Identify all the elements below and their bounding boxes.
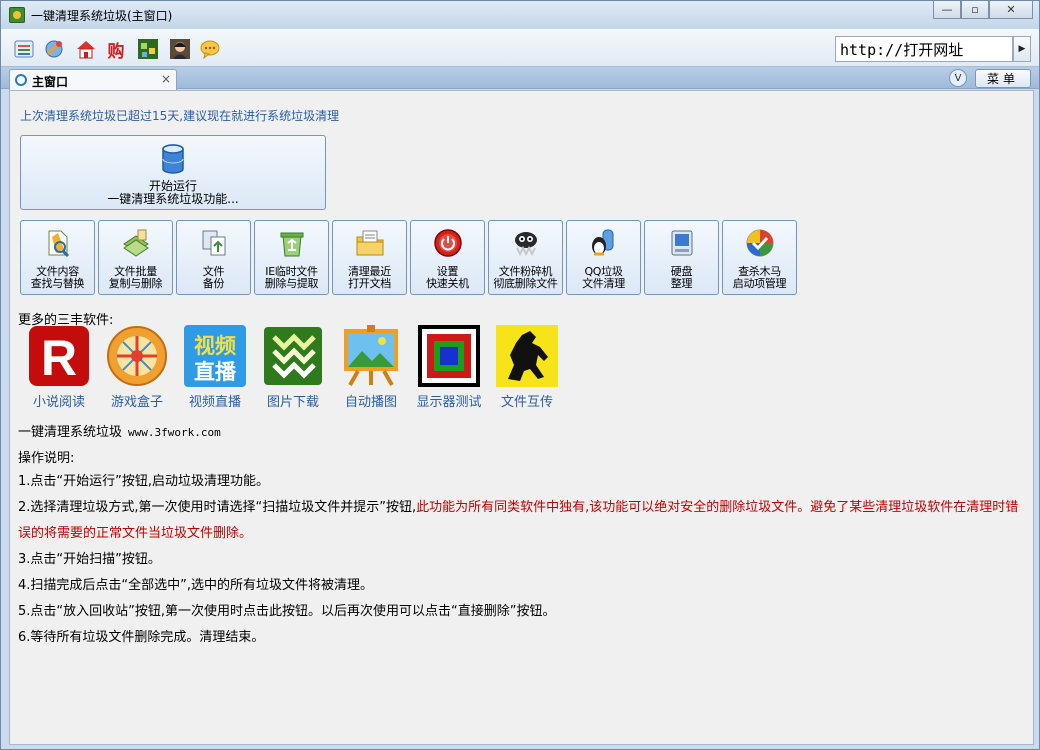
app-logo-icon <box>9 7 25 23</box>
brand-url[interactable]: www.3fwork.com <box>128 426 221 439</box>
tool-qq-junk[interactable]: QQ垃圾 文件清理 <box>566 220 641 295</box>
app-image-download[interactable]: 图片下载 <box>254 325 332 410</box>
instruction-step-3: 3.点击“开始扫描”按钮。 <box>18 552 161 567</box>
tool-sublabel: 删除与提取 <box>264 277 319 290</box>
main-window: 一键清理系统垃圾(主窗口) — ▫ ✕ 购 ▶ <box>0 0 1040 750</box>
database-icon <box>162 144 184 174</box>
tool-quick-shutdown[interactable]: 设置 快速关机 <box>410 220 485 295</box>
tab-main[interactable]: 主窗口 × <box>9 69 177 90</box>
start-run-label: 开始运行 <box>148 179 197 193</box>
toolbar: 购 ▶ <box>1 29 1039 67</box>
video-live-icon: 视频 直播 <box>184 325 246 387</box>
disk-icon <box>667 228 697 258</box>
tab-close-icon[interactable]: × <box>161 72 171 86</box>
app-name: 小说阅读 <box>32 395 85 410</box>
tool-sublabel: 备份 <box>202 277 225 290</box>
tool-sublabel: 快速关机 <box>426 277 469 290</box>
shield-icon <box>745 228 775 258</box>
instruction-step-6: 6.等待所有垃圾文件删除完成。清理结束。 <box>18 630 265 645</box>
app-file-transfer[interactable]: 文件互传 <box>488 325 566 410</box>
instructions-title: 操作说明: <box>18 451 75 466</box>
app-name: 图片下载 <box>266 395 319 410</box>
main-content: 上次清理系统垃圾已超过15天,建议现在就进行系统垃圾清理 开始运行 一键清理系统… <box>9 90 1034 745</box>
file-search-icon <box>43 228 73 258</box>
app-name: 视频直播 <box>188 395 241 410</box>
home-icon[interactable] <box>75 38 97 60</box>
app-name: 自动播图 <box>344 395 397 410</box>
shredder-icon <box>511 228 541 258</box>
reader-logo-letter: R <box>41 330 77 386</box>
qq-icon <box>589 228 619 258</box>
instruction-step-4: 4.扫描完成后点击“全部选中”,选中的所有垃圾文件将被清理。 <box>18 578 374 593</box>
shop-icon[interactable]: 购 <box>105 38 127 62</box>
reader-icon: R <box>29 326 89 386</box>
instruction-step-2: 2.选择清理垃圾方式,第一次使用时请选择“扫描垃圾文件并提示”按钮,此功能为所有… <box>18 495 1028 547</box>
instruction-step-5: 5.点击“放入回收站”按钮,第一次使用时点击此按钮。以后再次使用可以点击“直接删… <box>18 604 556 619</box>
slideshow-icon <box>344 325 398 386</box>
app-game-box[interactable]: 游戏盒子 <box>98 325 176 410</box>
app-monitor-test[interactable]: 显示器测试 <box>410 325 488 410</box>
satellite-icon[interactable] <box>43 38 65 60</box>
monitor-test-icon <box>418 325 480 387</box>
app-auto-slideshow[interactable]: 自动播图 <box>332 325 410 410</box>
tool-sublabel: 打开文档 <box>348 277 391 290</box>
ie-icon <box>15 74 27 86</box>
app-novel-reader[interactable]: R 小说阅读 <box>20 325 98 410</box>
image-download-icon <box>264 327 322 385</box>
game-box-icon <box>107 326 167 386</box>
app-video-live[interactable]: 视频 直播 视频直播 <box>176 325 254 410</box>
game-icon[interactable] <box>137 38 159 60</box>
tool-file-batch-copy-delete[interactable]: 文件批量 复制与删除 <box>98 220 173 295</box>
app-name: 显示器测试 <box>416 395 482 410</box>
video-logo-line1: 视频 <box>194 334 236 358</box>
app-name: 文件互传 <box>500 395 553 410</box>
cleanup-notice: 上次清理系统垃圾已超过15天,建议现在就进行系统垃圾清理 <box>20 109 340 123</box>
chat-icon[interactable] <box>199 38 221 60</box>
video-logo-line2: 直播 <box>194 360 237 384</box>
title-bar[interactable]: 一键清理系统垃圾(主窗口) — ▫ ✕ <box>1 1 1039 29</box>
tool-clear-recent-docs[interactable]: 清理最近 打开文档 <box>332 220 407 295</box>
minimize-button[interactable]: — <box>933 1 961 19</box>
file-backup-icon <box>199 228 229 258</box>
menu-button[interactable]: 菜单 <box>975 69 1031 88</box>
go-button[interactable]: ▶ <box>1013 36 1031 62</box>
close-button[interactable]: ✕ <box>989 1 1033 19</box>
app-name: 游戏盒子 <box>110 395 163 410</box>
tool-sublabel: 查找与替换 <box>30 277 85 290</box>
tool-sublabel: 文件清理 <box>582 277 625 290</box>
start-run-button[interactable]: 开始运行 一键清理系统垃圾功能... <box>20 135 326 210</box>
restore-button[interactable]: ▫ <box>961 1 989 19</box>
tool-ie-temp-files[interactable]: IE临时文件 删除与提取 <box>254 220 329 295</box>
settings-icon[interactable] <box>13 38 35 60</box>
instruction-step-1: 1.点击“开始运行”按钮,启动垃圾清理功能。 <box>18 474 270 489</box>
file-batch-icon <box>121 228 151 258</box>
tab-main-label: 主窗口 <box>32 75 69 89</box>
brand-name: 一键清理系统垃圾 <box>18 425 123 440</box>
tool-sublabel: 启动项管理 <box>732 277 787 290</box>
avatar-icon[interactable] <box>169 38 191 60</box>
folder-icon <box>355 228 385 258</box>
tool-file-backup[interactable]: 文件 备份 <box>176 220 251 295</box>
tab-list-dropdown[interactable]: V <box>949 69 967 87</box>
window-title: 一键清理系统垃圾(主窗口) <box>31 9 173 23</box>
tool-disk-defrag[interactable]: 硬盘 整理 <box>644 220 719 295</box>
url-input[interactable] <box>835 36 1013 62</box>
brand-line: 一键清理系统垃圾 www.3fwork.com <box>18 421 221 440</box>
start-run-sublabel: 一键清理系统垃圾功能... <box>107 192 239 206</box>
tool-sublabel: 复制与删除 <box>108 277 163 290</box>
horse-icon <box>496 325 558 387</box>
tab-bar: 主窗口 × V 菜单 <box>1 67 1039 90</box>
tool-file-shredder[interactable]: 文件粉碎机 彻底删除文件 <box>488 220 563 295</box>
tool-sublabel: 彻底删除文件 <box>493 277 558 290</box>
tool-file-content-search[interactable]: 文件内容 查找与替换 <box>20 220 95 295</box>
recycle-icon <box>277 228 307 258</box>
step-text: 2.选择清理垃圾方式,第一次使用时请选择“扫描垃圾文件并提示”按钮, <box>18 500 417 515</box>
window-controls: — ▫ ✕ <box>933 1 1033 19</box>
tool-trojan-startup[interactable]: 查杀木马 启动项管理 <box>722 220 797 295</box>
tool-sublabel: 整理 <box>670 277 693 290</box>
power-icon <box>433 228 463 258</box>
